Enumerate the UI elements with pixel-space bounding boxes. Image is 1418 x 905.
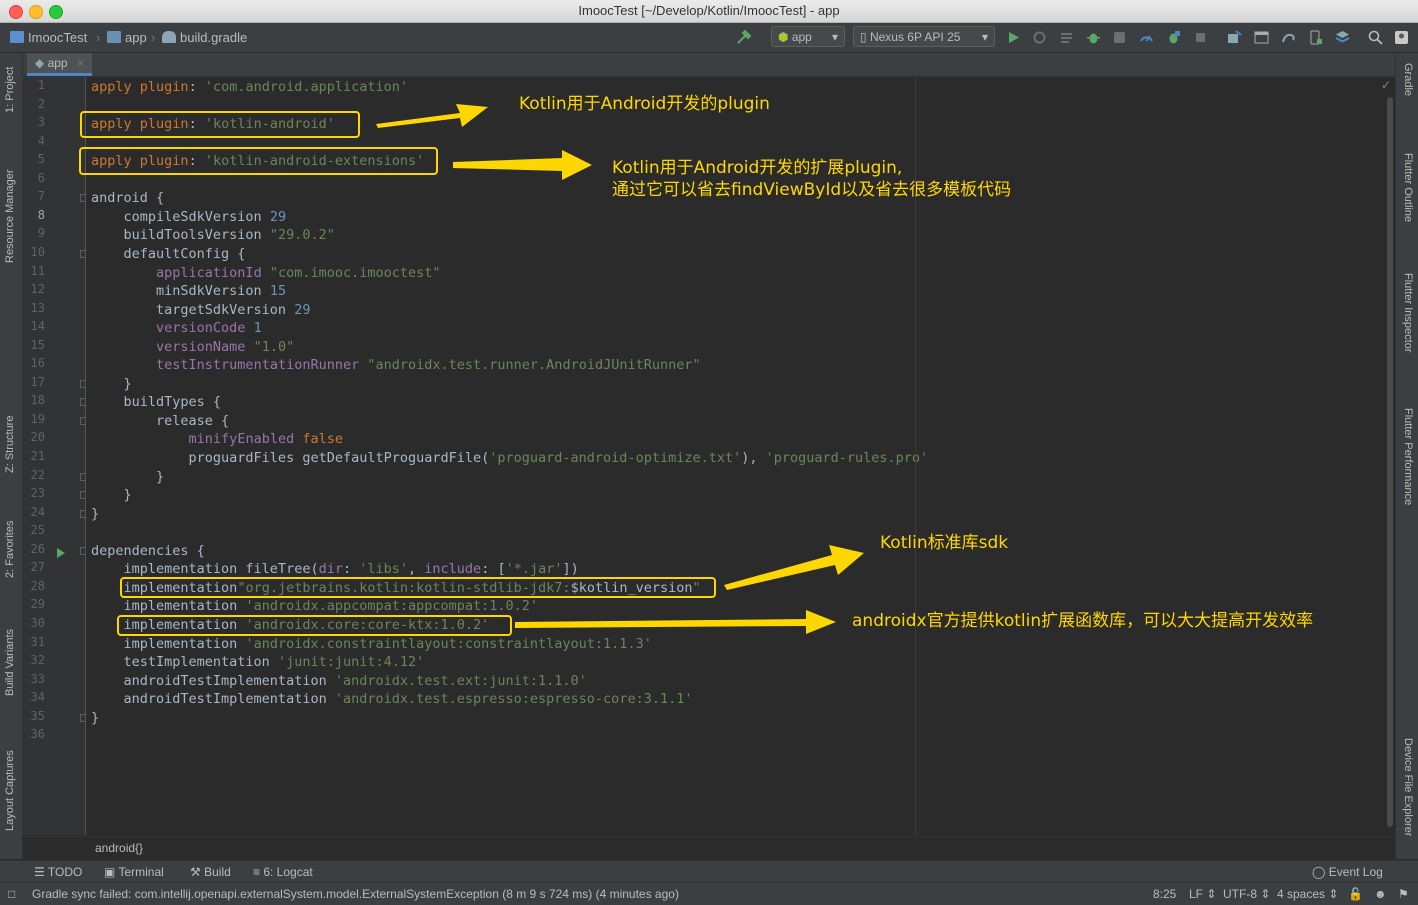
annotation-kotlin-android: Kotlin用于Android开发的plugin <box>519 94 770 114</box>
breadcrumb-android-block[interactable]: android{} <box>95 841 143 855</box>
git-icon[interactable]: ⚑ <box>1398 887 1409 901</box>
annotation-extensions-line2: 通过它可以省去findViewById以及省去很多模板代码 <box>612 180 1012 200</box>
indent-setting[interactable]: 4 spaces ⇕ <box>1277 887 1338 901</box>
terminal-icon: ▣ <box>104 865 119 879</box>
tool-build[interactable]: ⚒ Build <box>190 865 231 879</box>
tool-logcat[interactable]: ≡ 6: Logcat <box>253 865 313 879</box>
arrow-kotlin-android <box>376 104 488 128</box>
annotation-core-ktx: androidx官方提供kotlin扩展函数库，可以大大提高开发效率 <box>852 611 1314 631</box>
inspector-icon[interactable]: ☻ <box>1374 887 1387 901</box>
logcat-icon: ≡ <box>253 865 264 879</box>
tool-todo[interactable]: ☰ TODO <box>34 865 82 879</box>
status-toggle-icon[interactable]: □ <box>8 887 15 901</box>
arrow-extensions <box>453 150 592 180</box>
list-icon: ☰ <box>34 865 48 879</box>
status-message[interactable]: Gradle sync failed: com.intellij.openapi… <box>32 887 679 901</box>
tool-event-log[interactable]: ◯ Event Log <box>1312 865 1383 879</box>
lock-icon[interactable]: 🔓 <box>1348 887 1363 901</box>
tool-terminal[interactable]: ▣ Terminal <box>104 865 164 879</box>
annotation-arrows <box>376 104 864 634</box>
status-bar: □ Gradle sync failed: com.intellij.opena… <box>0 882 1418 905</box>
caret-position[interactable]: 8:25 <box>1153 887 1176 901</box>
hammer-icon: ⚒ <box>190 865 205 879</box>
file-encoding[interactable]: UTF-8 ⇕ <box>1223 887 1270 901</box>
line-separator[interactable]: LF ⇕ <box>1189 887 1216 901</box>
annotation-stdlib: Kotlin标准库sdk <box>880 533 1009 553</box>
event-log-icon: ◯ <box>1312 865 1329 879</box>
arrow-stdlib <box>724 545 864 590</box>
arrow-core-ktx <box>515 610 836 634</box>
tool-window-bar: ☰ TODO ▣ Terminal ⚒ Build ≡ 6: Logcat ◯ … <box>0 860 1418 883</box>
annotation-extensions-line1: Kotlin用于Android开发的扩展plugin, <box>612 158 903 178</box>
editor-breadcrumb: android{} <box>23 836 1395 860</box>
